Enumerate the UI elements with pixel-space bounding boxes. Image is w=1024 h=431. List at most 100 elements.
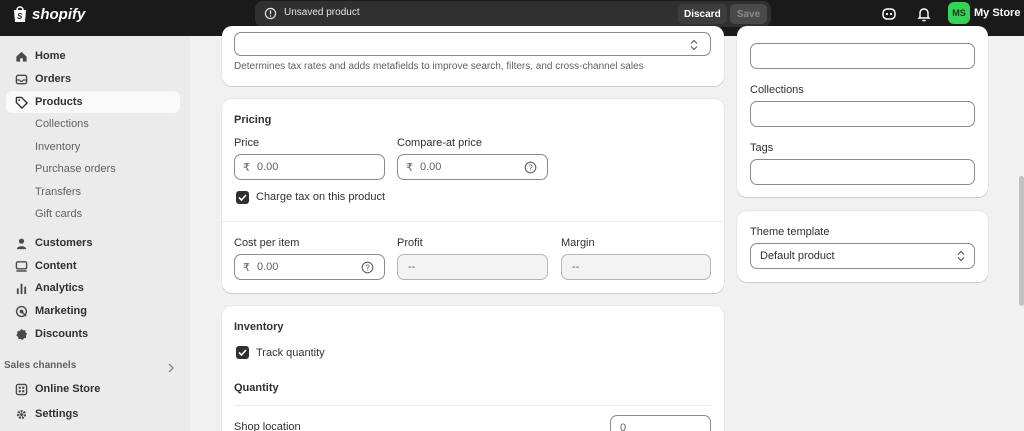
sidebar-item-label: Products	[35, 96, 83, 108]
avatar[interactable]: MS	[948, 2, 970, 24]
type-input[interactable]	[750, 43, 975, 69]
person-icon	[16, 238, 27, 249]
discard-button[interactable]: Discard	[678, 4, 727, 24]
category-card: Determines tax rates and adds metafields…	[222, 26, 724, 86]
compare-at-price-input[interactable]: ₹ 0.00 ?	[397, 154, 548, 180]
alert-circle-icon	[264, 7, 277, 20]
shopping-bag-icon: S	[14, 6, 26, 22]
currency-prefix: ₹	[406, 162, 413, 174]
charge-tax-checkbox[interactable]	[236, 191, 249, 204]
check-icon	[238, 349, 247, 357]
compare-at-price-value: 0.00	[420, 161, 442, 173]
sidebar-item-content[interactable]: Content	[6, 255, 180, 277]
chevron-right-icon[interactable]	[167, 363, 175, 373]
cost-per-item-value: 0.00	[257, 261, 279, 273]
theme-template-select[interactable]: Default product	[750, 243, 975, 269]
shop-location-label: Shop location	[234, 421, 301, 431]
organization-card: Collections Tags	[737, 26, 988, 197]
page-scrollbar[interactable]	[1019, 176, 1024, 306]
price-value: 0.00	[257, 161, 279, 173]
sidebar-item-label: Analytics	[35, 282, 84, 294]
sidebar-item-label: Discounts	[35, 328, 89, 340]
compare-at-price-label: Compare-at price	[397, 137, 482, 149]
sidebar-item-home[interactable]: Home	[6, 45, 180, 67]
currency-prefix: ₹	[243, 162, 250, 174]
sidebar-item-products[interactable]: Products	[6, 91, 180, 113]
shopify-logo[interactable]: S shopify	[12, 5, 85, 23]
sidebar-item-orders[interactable]: Orders	[6, 68, 180, 90]
sidekick-icon[interactable]	[880, 5, 898, 23]
quantity-title: Quantity	[234, 382, 279, 394]
location-quantity-value: 0	[620, 422, 627, 431]
margin-value: --	[572, 261, 580, 273]
store-icon	[15, 383, 28, 395]
tags-label: Tags	[750, 142, 774, 154]
quantity-divider	[234, 405, 711, 406]
sidebar-item-label: Settings	[35, 408, 79, 420]
bar-chart-icon	[16, 283, 27, 294]
charge-tax-label[interactable]: Charge tax on this product	[256, 191, 385, 203]
sidebar-item-analytics[interactable]: Analytics	[6, 277, 180, 299]
save-button[interactable]: Save	[730, 4, 767, 24]
pricing-divider	[222, 221, 724, 222]
cost-per-item-label: Cost per item	[234, 237, 300, 249]
gear-icon	[16, 409, 27, 419]
sidebar-subitem-gift-cards[interactable]: Gift cards	[35, 208, 82, 220]
select-chevron-icon	[690, 39, 698, 51]
target-icon	[15, 305, 28, 317]
inventory-title: Inventory	[234, 321, 284, 333]
sidebar-item-online-store[interactable]: Online Store	[6, 378, 180, 400]
sidebar-subitem-collections[interactable]: Collections	[35, 118, 89, 130]
svg-text:?: ?	[528, 163, 533, 172]
question-circle-icon[interactable]: ?	[361, 261, 374, 274]
currency-prefix: ₹	[243, 262, 250, 274]
theme-template-value: Default product	[760, 250, 835, 262]
location-quantity-input[interactable]: 0	[610, 415, 711, 431]
sidebar-item-label: Online Store	[35, 383, 101, 395]
store-name[interactable]: My Store	[974, 7, 1020, 19]
category-select[interactable]	[234, 32, 711, 56]
sidebar: Home Orders Products Collections Invento…	[0, 36, 190, 431]
category-help-text: Determines tax rates and adds metafields…	[234, 61, 644, 72]
collections-label: Collections	[750, 84, 804, 96]
sidebar-subitem-purchase-orders[interactable]: Purchase orders	[35, 163, 116, 175]
unsaved-text: Unsaved product	[284, 7, 360, 18]
svg-text:S: S	[17, 12, 23, 21]
unsaved-bar: Unsaved product Discard Save	[255, 1, 771, 27]
inventory-card: Inventory Track quantity Quantity Shop l…	[222, 306, 724, 431]
sidebar-item-customers[interactable]: Customers	[6, 232, 180, 254]
theme-template-card: Theme template Default product	[737, 211, 988, 282]
discount-icon	[16, 328, 28, 340]
pricing-card: Pricing Price ₹ 0.00 Compare-at price ₹ …	[222, 99, 724, 293]
margin-field: --	[561, 254, 711, 280]
svg-text:?: ?	[365, 263, 370, 272]
profit-label: Profit	[397, 237, 423, 249]
margin-label: Margin	[561, 237, 595, 249]
theme-template-label: Theme template	[750, 226, 830, 238]
sidebar-item-marketing[interactable]: Marketing	[6, 300, 180, 322]
sidebar-item-discounts[interactable]: Discounts	[6, 323, 180, 345]
inbox-icon	[15, 74, 28, 84]
price-input[interactable]: ₹ 0.00	[234, 154, 385, 180]
sidebar-item-label: Customers	[35, 237, 93, 249]
sidebar-item-settings[interactable]: Settings	[6, 403, 180, 425]
sidebar-item-label: Orders	[35, 73, 72, 85]
sales-channels-label[interactable]: Sales channels	[4, 360, 76, 371]
sidebar-subitem-inventory[interactable]: Inventory	[35, 141, 80, 153]
track-quantity-checkbox[interactable]	[236, 346, 249, 359]
collections-input[interactable]	[750, 101, 975, 127]
tags-input[interactable]	[750, 159, 975, 185]
check-icon	[238, 194, 247, 202]
sidebar-item-label: Home	[35, 50, 66, 62]
sidebar-subitem-transfers[interactable]: Transfers	[35, 186, 81, 198]
track-quantity-label[interactable]: Track quantity	[256, 347, 325, 359]
cost-per-item-input[interactable]: ₹ 0.00 ?	[234, 254, 385, 280]
bell-icon[interactable]	[915, 5, 933, 23]
question-circle-icon[interactable]: ?	[524, 161, 537, 174]
content-icon	[15, 260, 28, 272]
pricing-title: Pricing	[234, 114, 272, 126]
tag-icon	[15, 96, 28, 109]
select-chevron-icon	[957, 250, 965, 262]
home-icon	[16, 51, 27, 62]
logo-text: shopify	[32, 5, 86, 23]
